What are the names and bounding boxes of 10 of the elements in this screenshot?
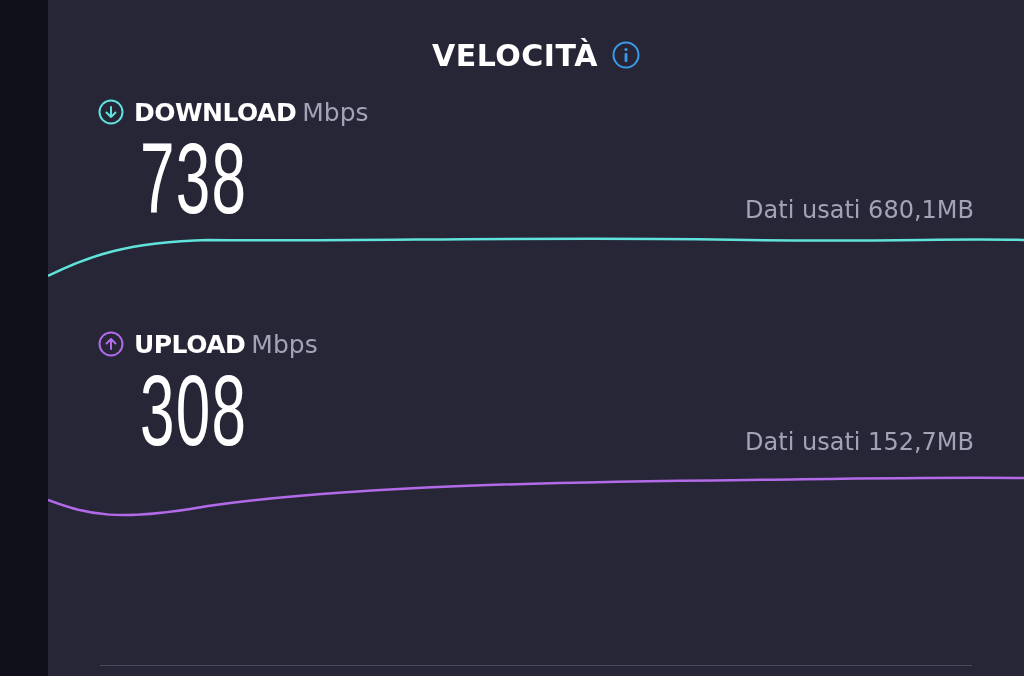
data-used-text: Dati usati 680,1MB [745, 196, 974, 224]
speed-value: 308 [140, 360, 248, 460]
metric-label: UPLOAD [134, 329, 246, 359]
data-used-text: Dati usati 152,7MB [745, 428, 974, 456]
unit-label: Mbps [251, 329, 318, 359]
info-icon[interactable] [611, 41, 640, 69]
metric-label: DOWNLOAD [134, 97, 297, 127]
unit-label: Mbps [302, 97, 369, 127]
section-title: VELOCITÀ [432, 37, 598, 73]
speed-value: 738 [140, 128, 248, 228]
